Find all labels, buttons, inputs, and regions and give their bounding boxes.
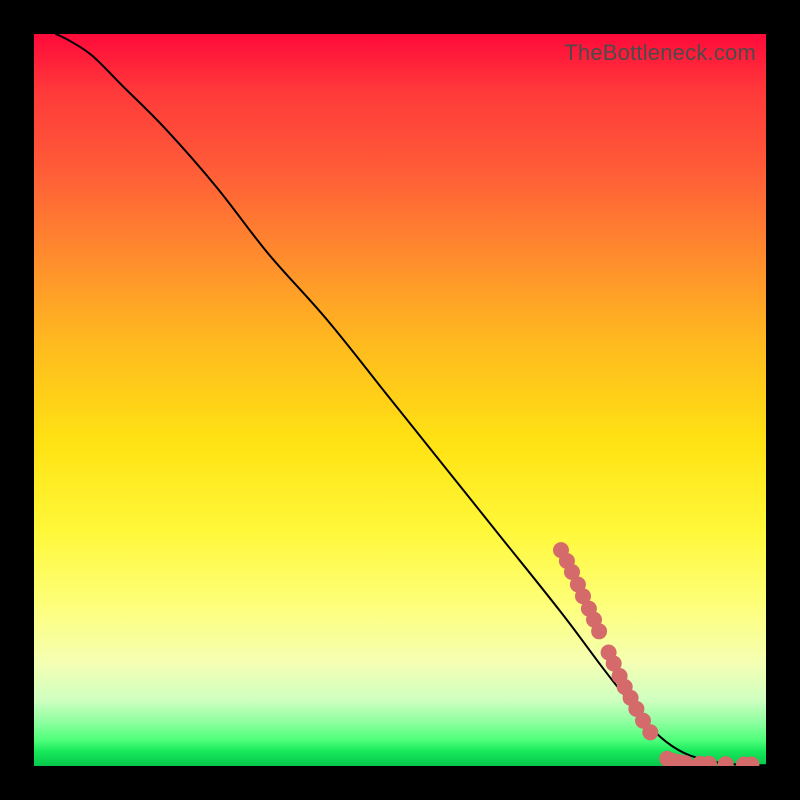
data-marker bbox=[718, 757, 733, 766]
data-marker bbox=[643, 725, 658, 740]
chart-overlay bbox=[34, 34, 766, 766]
bottleneck-curve bbox=[56, 34, 766, 765]
chart-stage: TheBottleneck.com bbox=[0, 0, 800, 800]
data-marker bbox=[592, 624, 607, 639]
marker-group bbox=[554, 543, 759, 766]
plot-area: TheBottleneck.com bbox=[34, 34, 766, 766]
data-marker bbox=[678, 756, 693, 766]
